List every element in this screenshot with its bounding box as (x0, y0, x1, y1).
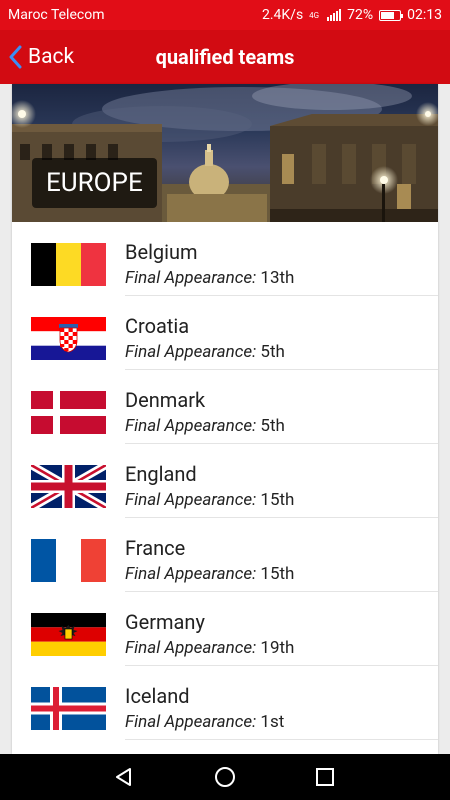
team-row-croatia[interactable]: Croatia Final Appearance: 5th (12, 296, 438, 370)
signal-icon (327, 9, 342, 21)
team-row-france[interactable]: France Final Appearance: 15th (12, 518, 438, 592)
clock: 02:13 (407, 7, 442, 23)
square-recents-icon[interactable] (314, 766, 336, 788)
team-name: England (125, 462, 197, 486)
team-appearance: Final Appearance: 1st (125, 712, 284, 732)
appearance-label: Final Appearance: (125, 268, 257, 288)
chevron-left-icon (9, 45, 22, 69)
appearance-value: 1st (260, 712, 285, 732)
appearance-label: Final Appearance: (125, 712, 257, 732)
network-speed: 2.4K/s (261, 7, 304, 23)
england-flag-icon (31, 465, 106, 508)
team-list: Belgium Final Appearance: 13th Croatia F… (12, 222, 438, 740)
appearance-value: 19th (260, 638, 295, 658)
germany-flag-icon (31, 613, 106, 656)
appearance-label: Final Appearance: (125, 564, 257, 584)
appearance-value: 5th (260, 342, 285, 362)
team-appearance: Final Appearance: 15th (125, 490, 294, 510)
back-button[interactable]: Back (8, 30, 74, 84)
team-appearance: Final Appearance: 13th (125, 268, 294, 288)
team-appearance: Final Appearance: 15th (125, 564, 294, 584)
appearance-label: Final Appearance: (125, 416, 257, 436)
battery-icon (379, 9, 404, 21)
team-row-belgium[interactable]: Belgium Final Appearance: 13th (12, 222, 438, 296)
carrier-name: Maroc Telecom (8, 7, 105, 23)
team-name: Iceland (125, 684, 190, 708)
appearance-label: Final Appearance: (125, 342, 257, 362)
team-name: Croatia (125, 314, 190, 338)
network-type: 4G (309, 10, 320, 20)
circle-home-icon[interactable] (214, 766, 236, 788)
team-name: Germany (125, 610, 205, 634)
team-row-germany[interactable]: Germany Final Appearance: 19th (12, 592, 438, 666)
app-bar: qualified teams Back (0, 30, 450, 84)
appearance-value: 15th (260, 490, 295, 510)
team-name: France (125, 536, 186, 560)
team-row-iceland[interactable]: Iceland Final Appearance: 1st (12, 666, 438, 740)
status-bar: Maroc Telecom 2.4K/s 4G 72% 02:13 (0, 0, 450, 30)
appearance-label: Final Appearance: (125, 638, 257, 658)
triangle-back-icon[interactable] (113, 766, 135, 788)
appearance-value: 13th (260, 268, 295, 288)
team-row-denmark[interactable]: Denmark Final Appearance: 5th (12, 370, 438, 444)
back-label: Back (28, 45, 75, 69)
team-appearance: Final Appearance: 19th (125, 638, 294, 658)
france-flag-icon (31, 539, 106, 582)
team-appearance: Final Appearance: 5th (125, 342, 285, 362)
iceland-flag-icon (31, 687, 106, 730)
appearance-label: Final Appearance: (125, 490, 257, 510)
team-name: Belgium (125, 240, 198, 264)
team-name: Denmark (125, 388, 206, 412)
row-divider (125, 739, 438, 740)
region-badge: EUROPE (32, 158, 157, 208)
team-row-england[interactable]: England Final Appearance: 15th (12, 444, 438, 518)
region-header-image: EUROPE (12, 84, 438, 222)
croatia-flag-icon (31, 317, 106, 360)
belgium-flag-icon (31, 243, 106, 286)
battery-percent: 72% (347, 7, 374, 23)
appearance-value: 5th (260, 416, 285, 436)
appearance-value: 15th (260, 564, 295, 584)
content-panel: EUROPE Belgium Final Appearance: 13th Cr… (12, 84, 438, 754)
system-nav-bar (0, 754, 450, 800)
team-appearance: Final Appearance: 5th (125, 416, 285, 436)
denmark-flag-icon (31, 391, 106, 434)
